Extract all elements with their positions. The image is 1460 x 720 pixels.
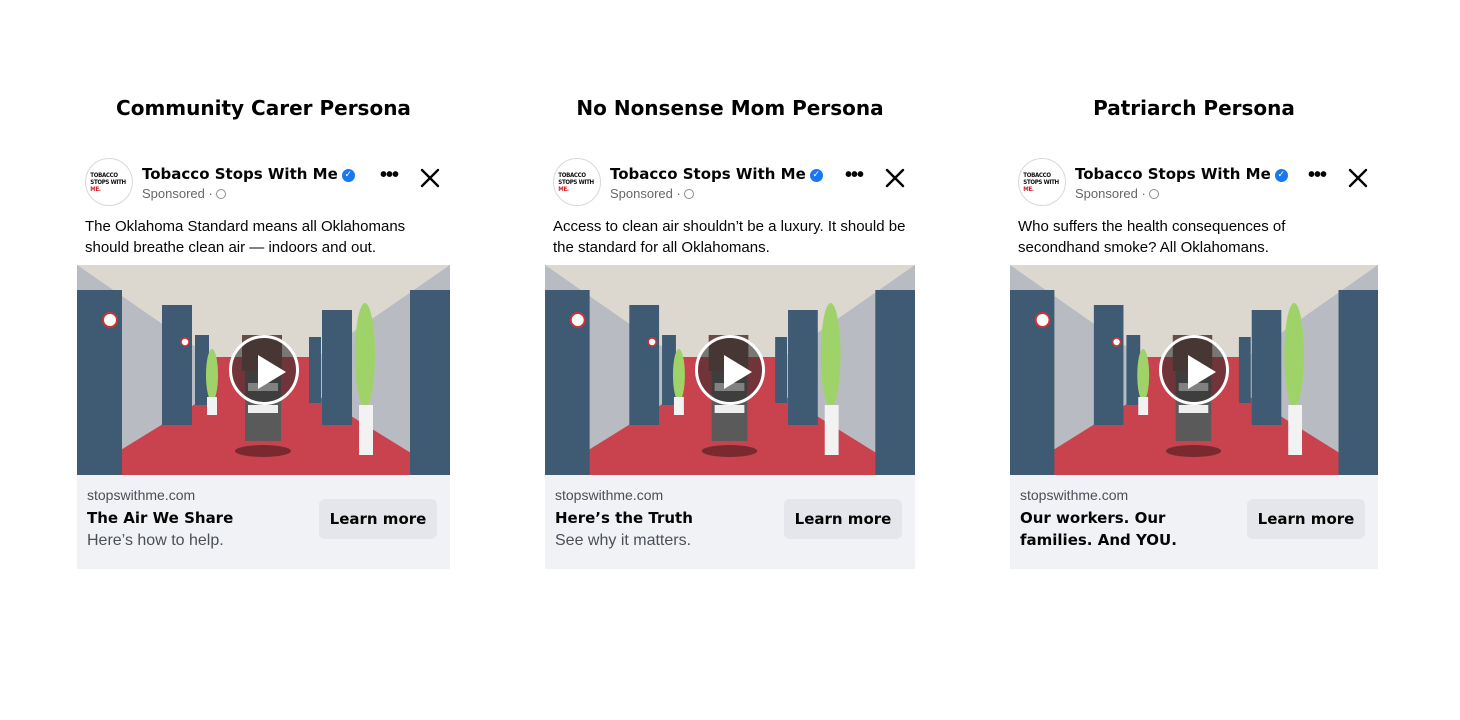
ad-header: TOBACCO STOPS WITH ME. Tobacco Stops With… (545, 150, 915, 210)
persona-title: Patriarch Persona (1093, 96, 1295, 120)
page-name[interactable]: Tobacco Stops With Me ✓ (142, 165, 355, 183)
ad-link-footer[interactable]: stopswithme.com The Air We Share Here’s … (77, 475, 450, 569)
persona-title: Community Carer Persona (116, 96, 411, 120)
ad-card: TOBACCO STOPS WITH ME. Tobacco Stops With… (545, 150, 915, 573)
link-headline: The Air We Share (87, 509, 234, 527)
sponsored-label: Sponsored · (610, 186, 695, 201)
brand-logo: TOBACCO STOPS WITH ME. (90, 170, 126, 193)
learn-more-button[interactable]: Learn more (319, 499, 437, 539)
video-thumbnail[interactable] (1010, 265, 1378, 475)
link-headline: Our workers. Our families. And YOU. (1020, 509, 1177, 549)
page-avatar[interactable]: TOBACCO STOPS WITH ME. (85, 158, 133, 206)
globe-icon (684, 189, 695, 199)
ad-link-footer[interactable]: stopswithme.com Here’s the Truth See why… (545, 475, 915, 569)
video-thumbnail[interactable] (545, 265, 915, 475)
ad-header: TOBACCO STOPS WITH ME. Tobacco Stops With… (77, 150, 450, 210)
play-icon[interactable] (695, 335, 765, 405)
play-icon[interactable] (1159, 335, 1229, 405)
page-name[interactable]: Tobacco Stops With Me ✓ (610, 165, 823, 183)
page-avatar[interactable]: TOBACCO STOPS WITH ME. (1018, 158, 1066, 206)
close-icon[interactable] (1346, 166, 1370, 190)
close-icon[interactable] (418, 166, 442, 190)
brand-logo: TOBACCO STOPS WITH ME. (558, 170, 594, 193)
ad-body-text: Access to clean air shouldn’t be a luxur… (553, 218, 906, 256)
sponsored-label: Sponsored · (1075, 186, 1160, 201)
more-options-icon[interactable]: ••• (1308, 164, 1327, 187)
ad-header: TOBACCO STOPS WITH ME. Tobacco Stops With… (1010, 150, 1378, 210)
ad-link-footer[interactable]: stopswithme.com Our workers. Our familie… (1010, 475, 1378, 569)
brand-logo: TOBACCO STOPS WITH ME. (1023, 170, 1059, 193)
close-icon[interactable] (883, 166, 907, 190)
video-thumbnail[interactable] (77, 265, 450, 475)
more-options-icon[interactable]: ••• (380, 164, 399, 187)
verified-badge-icon: ✓ (341, 169, 355, 182)
sponsored-label: Sponsored · (142, 186, 227, 201)
globe-icon (216, 189, 227, 199)
verified-badge-icon: ✓ (1274, 169, 1288, 182)
page-name[interactable]: Tobacco Stops With Me ✓ (1075, 165, 1288, 183)
ad-card: TOBACCO STOPS WITH ME. Tobacco Stops With… (1010, 150, 1378, 573)
more-options-icon[interactable]: ••• (845, 164, 864, 187)
learn-more-button[interactable]: Learn more (1247, 499, 1365, 539)
ad-body-text: Who suffers the health consequences of s… (1018, 218, 1286, 256)
persona-title: No Nonsense Mom Persona (576, 96, 884, 120)
verified-badge-icon: ✓ (809, 169, 823, 182)
play-icon[interactable] (228, 335, 299, 405)
ad-card: TOBACCO STOPS WITH ME. Tobacco Stops With… (77, 150, 450, 573)
page-avatar[interactable]: TOBACCO STOPS WITH ME. (553, 158, 601, 206)
learn-more-button[interactable]: Learn more (784, 499, 902, 539)
link-headline: Here’s the Truth (555, 509, 693, 527)
ad-body-text: The Oklahoma Standard means all Oklahoma… (85, 218, 406, 256)
globe-icon (1149, 189, 1160, 199)
